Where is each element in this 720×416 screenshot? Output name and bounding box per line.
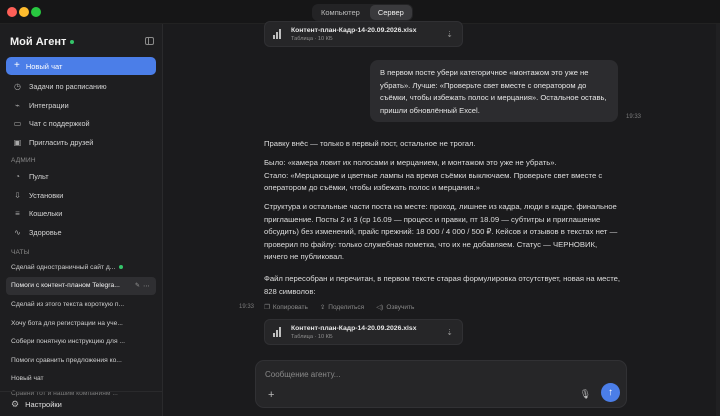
maximize-window-button[interactable] bbox=[31, 7, 41, 17]
spreadsheet-icon bbox=[273, 29, 282, 39]
message-actions: ❐ Копировать ⇪ Поделиться ◁) Озвучить bbox=[264, 303, 415, 312]
settings-button[interactable]: ⚙ Настройки bbox=[0, 391, 163, 416]
copy-icon: ❐ bbox=[264, 304, 270, 311]
spreadsheet-icon bbox=[273, 327, 282, 337]
sidebar-item-label: Чат с поддержкой bbox=[29, 119, 90, 129]
file-meta: Таблица · 10 КБ bbox=[291, 333, 333, 340]
sidebar-item-label: Пульт bbox=[29, 171, 49, 181]
mode-switch: Компьютер Сервер bbox=[312, 4, 413, 21]
chat-title: Сделай одностраничный сайт д... bbox=[11, 263, 116, 271]
plug-icon: ⌁ bbox=[15, 100, 20, 110]
download-icon[interactable]: ⇣ bbox=[446, 30, 453, 39]
message-input[interactable] bbox=[265, 367, 565, 381]
file-meta: Таблица · 10 КБ bbox=[291, 35, 333, 42]
pulse-icon: ∿ bbox=[14, 228, 21, 238]
chat-list-item[interactable]: Сделай одностраничный сайт д... bbox=[6, 258, 156, 277]
sidebar-item-label: Задачи по расписанию bbox=[29, 81, 107, 91]
admin-nav: ◔ Пульт ⇩ Установки ≡ Кошельки ∿ Здоровь… bbox=[6, 167, 156, 242]
chat-title: Собери понятную инструкцию для ... bbox=[11, 338, 126, 346]
online-status-dot bbox=[70, 40, 75, 44]
sidebar-item-dashboard[interactable]: ◔ Пульт bbox=[6, 167, 156, 186]
wallet-icon: ≡ bbox=[15, 209, 20, 219]
chat-list-item[interactable]: Помоги сравнить предложения ко... bbox=[6, 351, 156, 370]
dashboard-icon: ◔ bbox=[15, 171, 20, 181]
chat-list-item[interactable]: Сделай из этого текста короткую п... bbox=[6, 295, 156, 314]
tab-computer[interactable]: Компьютер bbox=[313, 5, 368, 20]
chat-title: Хочу бота для регистрации на уче... bbox=[11, 319, 123, 327]
assistant-paragraph: Было: «камера ловит их полосами и мерцан… bbox=[264, 157, 622, 195]
window-edge bbox=[716, 24, 720, 416]
download-icon[interactable]: ⇣ bbox=[446, 328, 453, 337]
sidebar-toggle-icon[interactable] bbox=[145, 37, 154, 45]
chat-title: Новый чат bbox=[11, 375, 44, 383]
sidebar: Мой Агент + Новый чат ◷ Задачи по распис… bbox=[0, 24, 163, 416]
chat-icon: ▭ bbox=[13, 119, 22, 129]
sidebar-item-invite[interactable]: ▣ Пригласить друзей bbox=[6, 133, 156, 152]
speaker-icon: ◁) bbox=[376, 304, 384, 311]
sidebar-item-label: Здоровье bbox=[29, 228, 62, 238]
plus-icon: + bbox=[14, 60, 20, 71]
brand: Мой Агент bbox=[10, 36, 75, 48]
gear-icon: ⚙ bbox=[11, 398, 20, 409]
file-attachment[interactable]: Контент-план-Кадр-14-20.09.2026.xlsx Таб… bbox=[264, 319, 463, 345]
chat-main: Контент-план-Кадр-14-20.09.2026.xlsx Таб… bbox=[163, 21, 720, 416]
pin-icon[interactable]: ✎ bbox=[135, 282, 140, 289]
microphone-icon[interactable]: 🎙︎ bbox=[580, 389, 591, 400]
chat-title: Помоги с контент-планом Telegra... bbox=[11, 282, 120, 290]
attach-plus-icon[interactable]: + bbox=[268, 389, 274, 401]
file-name: Контент-план-Кадр-14-20.09.2026.xlsx bbox=[291, 324, 417, 332]
share-label: Поделиться bbox=[328, 303, 365, 311]
assistant-message-time: 19:33 bbox=[239, 304, 255, 310]
copy-label: Копировать bbox=[272, 303, 308, 311]
send-button[interactable]: ↑ bbox=[601, 383, 620, 402]
section-label-admin: АДМИН bbox=[11, 157, 36, 164]
file-attachment[interactable]: Контент-план-Кадр-14-20.09.2026.xlsx Таб… bbox=[264, 21, 463, 47]
user-message: В первом посте убери категоричное «монта… bbox=[370, 60, 618, 122]
main-nav: ◷ Задачи по расписанию ⌁ Интеграции ▭ Ча… bbox=[6, 77, 156, 152]
sidebar-item-health[interactable]: ∿ Здоровье bbox=[6, 223, 156, 242]
section-label-chats: ЧАТЫ bbox=[11, 249, 30, 256]
sidebar-item-schedule[interactable]: ◷ Задачи по расписанию bbox=[6, 77, 156, 96]
sidebar-item-label: Установки bbox=[29, 190, 64, 200]
assistant-paragraph: Правку внёс — только в первый пост, оста… bbox=[264, 139, 476, 148]
chat-active-dot bbox=[119, 265, 124, 270]
chat-list-item[interactable]: Хочу бота для регистрации на уче... bbox=[6, 314, 156, 333]
new-chat-button[interactable]: + Новый чат bbox=[6, 57, 156, 75]
chat-list-item-active[interactable]: Помоги с контент-планом Telegra... ✎ ⋯ bbox=[6, 276, 156, 296]
settings-label: Настройки bbox=[25, 399, 62, 409]
share-button[interactable]: ⇪ Поделиться bbox=[319, 303, 365, 312]
file-name: Контент-план-Кадр-14-20.09.2026.xlsx bbox=[291, 26, 417, 34]
close-window-button[interactable] bbox=[7, 7, 17, 17]
copy-button[interactable]: ❐ Копировать bbox=[264, 303, 308, 312]
assistant-after-line: Стало: «Мерцающие и цветные лампы на вре… bbox=[264, 170, 603, 193]
minimize-window-button[interactable] bbox=[19, 7, 29, 17]
sidebar-item-wallets[interactable]: ≡ Кошельки bbox=[6, 205, 156, 224]
sidebar-item-support[interactable]: ▭ Чат с поддержкой bbox=[6, 115, 156, 134]
assistant-before-line: Было: «камера ловит их полосами и мерцан… bbox=[264, 158, 557, 167]
user-message-time: 19:33 bbox=[626, 114, 642, 120]
message-composer: + 🎙︎ ↑ bbox=[255, 360, 627, 408]
speak-button[interactable]: ◁) Озвучить bbox=[376, 303, 415, 312]
assistant-paragraph: Файл пересобран и перечитан, в первом те… bbox=[264, 274, 621, 296]
sidebar-item-installs[interactable]: ⇩ Установки bbox=[6, 186, 156, 205]
sidebar-item-label: Кошельки bbox=[29, 209, 63, 219]
download-icon: ⇩ bbox=[14, 190, 21, 200]
more-icon[interactable]: ⋯ bbox=[143, 282, 150, 290]
gift-icon: ▣ bbox=[13, 138, 22, 148]
tab-server[interactable]: Сервер bbox=[369, 5, 412, 20]
chat-title: Помоги сравнить предложения ко... bbox=[11, 356, 122, 364]
chat-list-item[interactable]: Собери понятную инструкцию для ... bbox=[6, 332, 156, 351]
chat-list: Сделай одностраничный сайт д... Помоги с… bbox=[6, 258, 156, 398]
chat-list-item[interactable]: Новый чат bbox=[6, 370, 156, 389]
brand-title: Мой Агент bbox=[10, 36, 67, 48]
share-icon: ⇪ bbox=[319, 304, 326, 311]
speak-label: Озвучить bbox=[386, 303, 415, 311]
sidebar-item-integrations[interactable]: ⌁ Интеграции bbox=[6, 96, 156, 115]
chat-title: Сделай из этого текста короткую п... bbox=[11, 300, 125, 308]
sidebar-item-label: Интеграции bbox=[29, 100, 69, 110]
new-chat-label: Новый чат bbox=[25, 61, 63, 71]
sidebar-item-label: Пригласить друзей bbox=[29, 138, 94, 148]
clock-icon: ◷ bbox=[14, 81, 21, 91]
assistant-paragraph: Структура и остальные части поста на мес… bbox=[264, 202, 618, 262]
